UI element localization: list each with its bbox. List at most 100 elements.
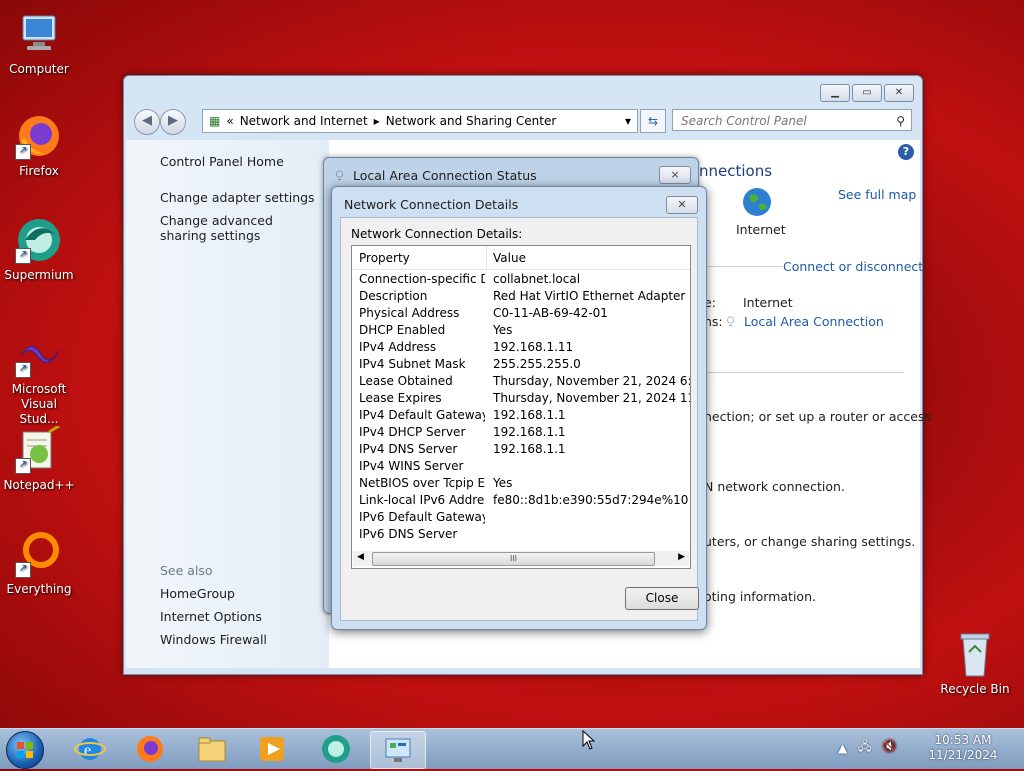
desktop-icon-visual-studio[interactable]: ↗ Microsoft Visual Stud...	[0, 330, 78, 427]
table-row[interactable]: IPv4 Address 192.168.1.11	[352, 340, 690, 357]
desktop-icon-firefox[interactable]: ↗ Firefox	[0, 112, 78, 179]
forward-button[interactable]: ▶	[160, 109, 186, 135]
visual-studio-icon: ↗	[15, 330, 63, 378]
close-icon: ×	[670, 168, 680, 181]
details-label: Network Connection Details:	[351, 227, 523, 241]
table-row[interactable]: IPv4 Default Gateway 192.168.1.1	[352, 408, 690, 425]
table-row[interactable]: IPv4 DNS Server 192.168.1.1	[352, 442, 690, 459]
breadcrumb-network-internet[interactable]: Network and Internet	[240, 114, 368, 128]
table-row[interactable]: IPv6 DNS Server	[352, 527, 690, 544]
recycle-bin-icon	[951, 630, 999, 678]
status-dialog-close-button[interactable]: ×	[659, 166, 691, 184]
value-cell: 192.168.1.1	[493, 408, 566, 422]
local-area-connection-link[interactable]: Local Area Connection	[744, 314, 884, 329]
link-change-advanced-sharing-settings[interactable]: Change advanced sharing settings	[160, 213, 310, 243]
address-dropdown-icon[interactable]: ▾	[625, 114, 631, 128]
column-header-value[interactable]: Value	[493, 251, 526, 265]
desktop-icon-supermium[interactable]: ↗ Supermium	[0, 216, 78, 283]
control-panel-icon	[385, 738, 411, 762]
clock[interactable]: 10:53 AM 11/21/2024	[918, 733, 1008, 763]
scroll-thumb[interactable]: III	[372, 552, 655, 566]
value-cell: Thursday, November 21, 2024 11:47:36 /	[493, 391, 690, 405]
taskbar-supermium[interactable]	[316, 731, 356, 767]
minimize-button[interactable]: ▁	[820, 84, 850, 102]
table-row[interactable]: NetBIOS over Tcpip En... Yes	[352, 476, 690, 493]
link-homegroup[interactable]: HomeGroup	[160, 586, 235, 601]
task-text-connect-network: N network connection.	[704, 479, 845, 494]
scroll-left-icon[interactable]: ◀	[357, 552, 364, 562]
table-row[interactable]: Lease Expires Thursday, November 21, 2024…	[352, 391, 690, 408]
column-header-property[interactable]: Property	[359, 251, 410, 265]
back-button[interactable]: ◀	[134, 109, 160, 135]
navigation-bar: ◀ ▶ ▦ « Network and Internet ▸ Network a…	[132, 107, 914, 135]
breadcrumb-network-sharing-center[interactable]: Network and Sharing Center	[386, 114, 557, 128]
table-row[interactable]: Description Red Hat VirtIO Ethernet Adapt…	[352, 289, 690, 306]
volume-muted-icon[interactable]: 🔇	[882, 739, 897, 754]
show-hidden-icons-icon[interactable]: ▲	[838, 741, 847, 756]
link-windows-firewall[interactable]: Windows Firewall	[160, 632, 267, 647]
table-row[interactable]: Lease Obtained Thursday, November 21, 202…	[352, 374, 690, 391]
scroll-right-icon[interactable]: ▶	[678, 552, 685, 562]
desktop-icon-everything[interactable]: ↗ Everything	[0, 530, 78, 597]
table-row[interactable]: IPv4 DHCP Server 192.168.1.1	[352, 425, 690, 442]
heading-fragment: nnections	[699, 162, 773, 180]
connect-or-disconnect-link[interactable]: Connect or disconnect	[783, 259, 923, 274]
table-row[interactable]: Physical Address C0-11-AB-69-42-01	[352, 306, 690, 323]
shortcut-arrow-icon: ↗	[15, 144, 31, 160]
details-dialog-close-x-button[interactable]: ✕	[666, 196, 698, 214]
table-row[interactable]: DHCP Enabled Yes	[352, 323, 690, 340]
desktop-icon-notepadpp[interactable]: ↗ Notepad++	[0, 424, 78, 493]
property-cell: Lease Obtained	[359, 374, 453, 388]
column-divider[interactable]	[486, 246, 487, 269]
breadcrumb-overflow[interactable]: «	[226, 114, 233, 128]
table-row[interactable]: Link-local IPv6 Address fe80::8d1b:e390:5…	[352, 493, 690, 510]
desktop-icon-label: Recycle Bin	[940, 682, 1010, 696]
start-button[interactable]	[6, 731, 44, 769]
value-cell: Yes	[493, 323, 513, 337]
forward-arrow-icon: ▶	[168, 113, 178, 128]
network-tray-icon[interactable]: 🖧	[858, 739, 871, 754]
property-cell: IPv4 Default Gateway	[359, 408, 485, 422]
maximize-button[interactable]: ▭	[852, 84, 882, 102]
shortcut-arrow-icon: ↗	[15, 562, 31, 578]
property-cell: IPv4 Subnet Mask	[359, 357, 466, 371]
desktop-icon-recycle-bin[interactable]: Recycle Bin	[936, 630, 1014, 697]
refresh-button[interactable]: ⇆	[640, 109, 666, 133]
link-internet-options[interactable]: Internet Options	[160, 609, 262, 624]
see-full-map-link[interactable]: See full map	[838, 187, 916, 202]
system-tray: ▲ 🖧 🔇 10:53 AM 11/21/2024	[838, 733, 1018, 765]
list-header: Property Value	[352, 246, 690, 270]
property-cell: IPv4 WINS Server	[359, 459, 464, 473]
divider	[704, 266, 782, 267]
desktop-icon-label: Firefox	[19, 164, 59, 178]
supermium-icon	[322, 735, 350, 763]
horizontal-scrollbar[interactable]: ◀ III ▶	[353, 551, 689, 566]
property-cell: IPv4 DNS Server	[359, 442, 458, 456]
firefox-icon	[137, 736, 163, 762]
taskbar-media-player[interactable]	[252, 731, 292, 767]
taskbar-firefox[interactable]	[130, 731, 170, 767]
taskbar-file-explorer[interactable]	[192, 731, 232, 767]
close-button[interactable]: ✕	[884, 84, 914, 102]
table-row[interactable]: IPv4 WINS Server	[352, 459, 690, 476]
computer-icon	[15, 10, 63, 58]
value-cell: 255.255.255.0	[493, 357, 581, 371]
link-control-panel-home[interactable]: Control Panel Home	[160, 154, 284, 169]
table-row[interactable]: IPv6 Default Gateway	[352, 510, 690, 527]
taskbar-control-panel[interactable]	[370, 731, 426, 769]
table-row[interactable]: IPv4 Subnet Mask 255.255.255.0	[352, 357, 690, 374]
help-icon[interactable]: ?	[898, 144, 914, 160]
clock-time: 10:53 AM	[934, 733, 992, 747]
property-cell: DHCP Enabled	[359, 323, 446, 337]
address-bar[interactable]: ▦ « Network and Internet ▸ Network and S…	[202, 109, 638, 133]
taskbar-internet-explorer[interactable]: e	[70, 731, 110, 767]
left-navigation-pane: Control Panel Home Change adapter settin…	[126, 140, 329, 668]
search-input[interactable]: Search Control Panel ⚲	[672, 109, 912, 131]
details-list-view[interactable]: Property Value Connection-specific DN...…	[351, 245, 691, 569]
notepadpp-icon: ↗	[15, 424, 63, 474]
close-button[interactable]: Close	[625, 587, 699, 610]
desktop-icon-computer[interactable]: Computer	[0, 10, 78, 77]
link-change-adapter-settings[interactable]: Change adapter settings	[160, 190, 315, 205]
table-row[interactable]: Connection-specific DN... collabnet.local	[352, 272, 690, 289]
property-cell: Lease Expires	[359, 391, 442, 405]
